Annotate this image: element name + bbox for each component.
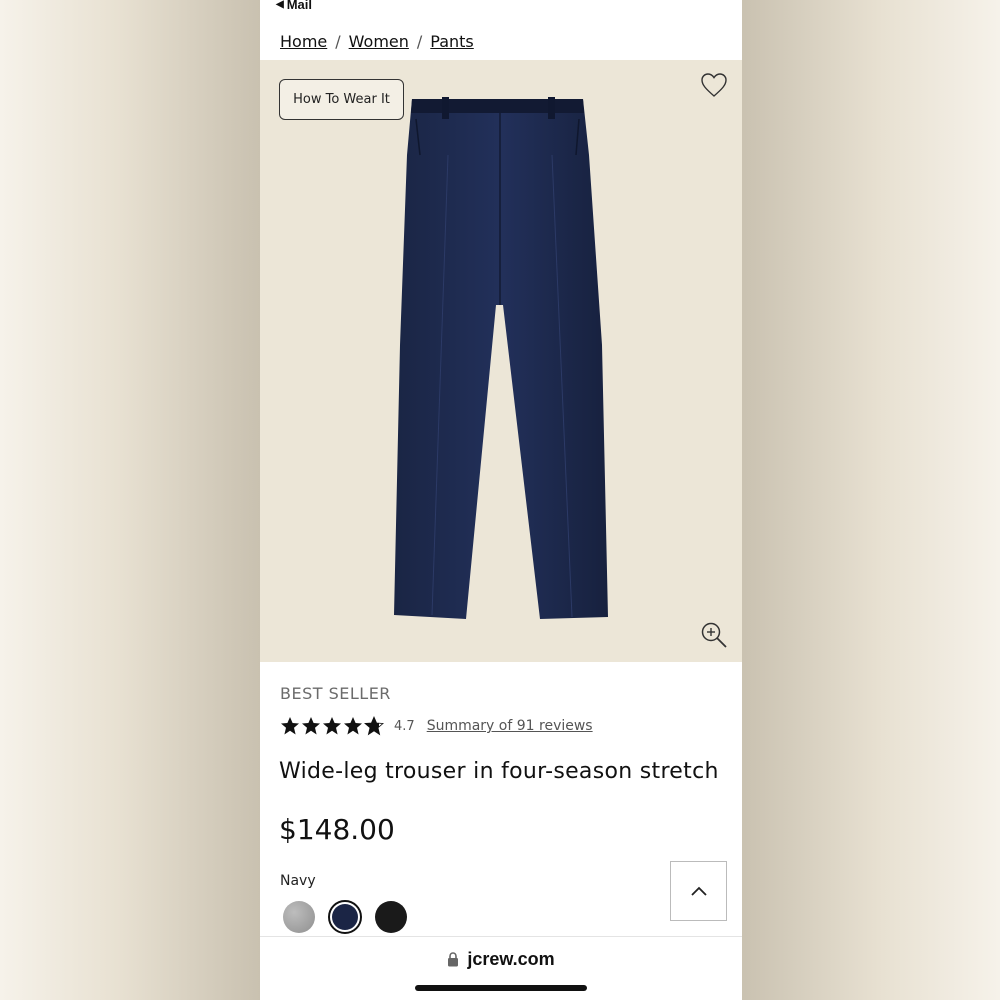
star-icon [344, 717, 362, 735]
background-right [740, 0, 1000, 1000]
swatch-navy[interactable] [328, 900, 362, 934]
selected-color-label: Navy [280, 873, 316, 889]
star-rating [280, 716, 384, 736]
phone-screen: ◀ Mail Home / Women / Pants How To Wear … [260, 0, 742, 1000]
product-image[interactable]: How To Wear It [260, 60, 742, 662]
rating-row: 4.7 Summary of 91 reviews [280, 716, 593, 736]
trousers-photo [394, 97, 608, 619]
star-icon [364, 716, 384, 736]
heart-icon[interactable] [700, 72, 728, 98]
reviews-summary-link[interactable]: Summary of 91 reviews [427, 718, 593, 734]
url-text: jcrew.com [467, 949, 555, 969]
breadcrumb-separator: / [416, 32, 423, 51]
lock-icon [448, 952, 459, 967]
zoom-icon[interactable] [700, 621, 728, 649]
swatch-black[interactable] [374, 900, 408, 934]
best-seller-badge: BEST SELLER [280, 684, 391, 703]
back-arrow-icon: ◀ [276, 0, 284, 10]
breadcrumb: Home / Women / Pants [280, 32, 474, 51]
home-indicator[interactable] [415, 985, 587, 991]
swatch-gray-fill [283, 901, 315, 933]
chevron-up-icon [690, 886, 707, 896]
breadcrumb-home[interactable]: Home [280, 32, 327, 51]
swatch-navy-fill [332, 904, 358, 930]
star-icon [323, 717, 341, 735]
back-label: Mail [286, 0, 312, 12]
breadcrumb-women[interactable]: Women [349, 32, 409, 51]
rating-value: 4.7 [394, 718, 415, 734]
back-to-mail[interactable]: ◀ Mail [276, 0, 312, 12]
how-to-wear-it-button[interactable]: How To Wear It [279, 79, 404, 120]
product-title: Wide-leg trouser in four-season stretch [279, 759, 719, 784]
browser-address-bar[interactable]: jcrew.com [260, 936, 742, 1000]
color-swatches [282, 900, 408, 934]
url-display[interactable]: jcrew.com [260, 949, 742, 970]
scroll-to-top-button[interactable] [670, 861, 727, 921]
swatch-black-fill [375, 901, 407, 933]
product-price: $148.00 [279, 813, 395, 846]
swatch-gray[interactable] [282, 900, 316, 934]
breadcrumb-separator: / [335, 32, 341, 51]
breadcrumb-pants[interactable]: Pants [430, 32, 473, 51]
background-left [0, 0, 260, 1000]
star-icon [281, 717, 299, 735]
star-icon [302, 717, 320, 735]
